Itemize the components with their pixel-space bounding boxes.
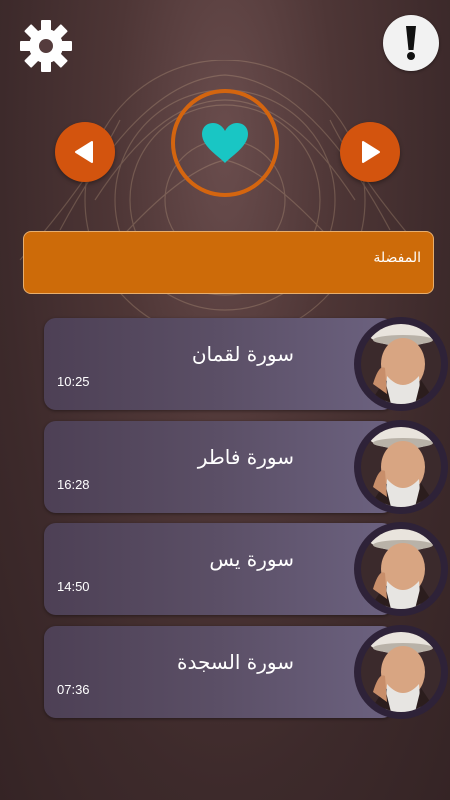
reciter-avatar — [354, 317, 448, 411]
heart-icon — [202, 123, 248, 163]
track-duration: 14:50 — [57, 579, 90, 594]
arrow-right-icon — [362, 141, 380, 163]
reciter-photo — [361, 427, 441, 507]
track-duration: 10:25 — [57, 374, 90, 389]
track-card[interactable]: سورة السجدة 07:36 — [44, 626, 394, 718]
track-item[interactable]: سورة السجدة 07:36 — [44, 625, 448, 719]
track-item[interactable]: سورة فاطر 16:28 — [44, 420, 448, 514]
reciter-avatar — [354, 522, 448, 616]
track-card[interactable]: سورة فاطر 16:28 — [44, 421, 394, 513]
track-duration: 07:36 — [57, 682, 90, 697]
track-item[interactable]: سورة يس 14:50 — [44, 522, 448, 616]
section-header: المفضلة — [23, 231, 434, 294]
gear-icon — [20, 20, 72, 72]
arrow-left-icon — [75, 141, 93, 163]
track-title: سورة فاطر — [197, 445, 294, 469]
track-card[interactable]: سورة يس 14:50 — [44, 523, 394, 615]
section-title: المفضلة — [373, 250, 421, 266]
track-item[interactable]: سورة لقمان 10:25 — [44, 317, 448, 411]
exclamation-icon — [406, 26, 416, 60]
favorite-button[interactable] — [171, 89, 279, 197]
track-title: سورة يس — [209, 547, 294, 571]
reciter-photo — [361, 324, 441, 404]
reciter-photo — [361, 529, 441, 609]
next-button[interactable] — [340, 122, 400, 182]
previous-button[interactable] — [55, 122, 115, 182]
track-title: سورة السجدة — [177, 650, 294, 674]
reciter-photo — [361, 632, 441, 712]
settings-button[interactable] — [16, 16, 76, 76]
track-duration: 16:28 — [57, 477, 90, 492]
track-title: سورة لقمان — [191, 342, 294, 366]
reciter-avatar — [354, 625, 448, 719]
track-card[interactable]: سورة لقمان 10:25 — [44, 318, 394, 410]
info-button[interactable] — [383, 15, 439, 71]
reciter-avatar — [354, 420, 448, 514]
